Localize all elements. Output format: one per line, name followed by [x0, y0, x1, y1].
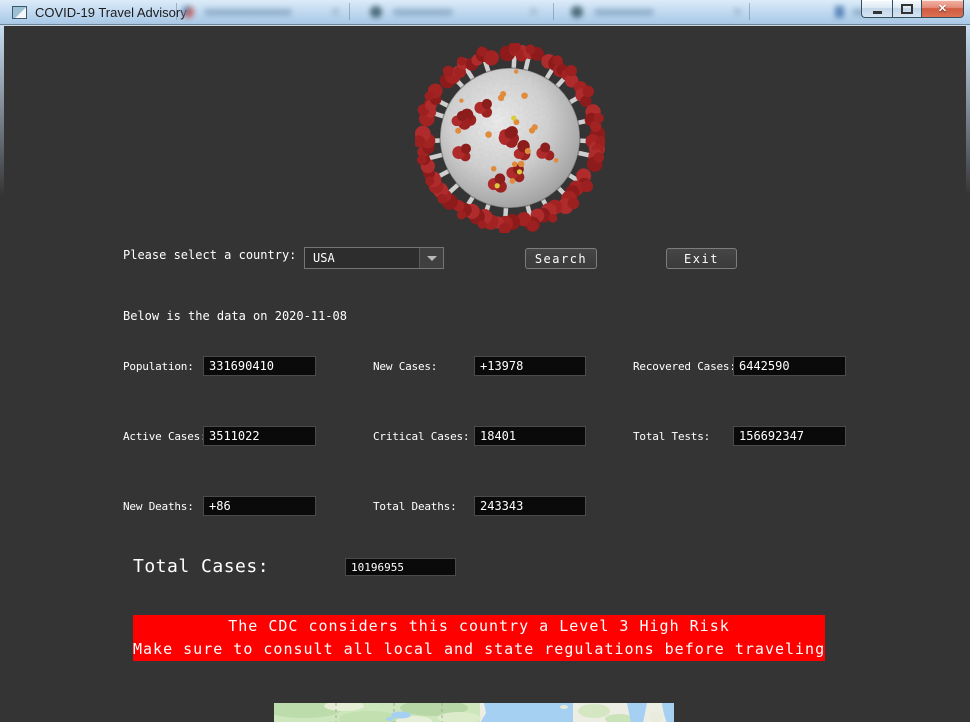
- title-bar: COVID-19 Travel Advisory ✕: [0, 0, 970, 25]
- new-cases-field[interactable]: [474, 356, 586, 376]
- combo-dropdown-button[interactable]: [419, 248, 443, 268]
- tab-title-blur: [594, 9, 654, 16]
- inactive-tab-2[interactable]: [365, 2, 540, 22]
- map-preview: [274, 703, 674, 722]
- population-label: Population:: [123, 360, 194, 373]
- tab-favicon: [182, 6, 194, 18]
- recovered-cases-field[interactable]: [733, 356, 846, 376]
- inactive-tab-3[interactable]: [566, 2, 744, 22]
- tab-favicon: [370, 6, 382, 18]
- window-border-left: [0, 26, 4, 196]
- tab-favicon: [835, 6, 844, 18]
- active-cases-field[interactable]: [203, 426, 316, 446]
- population-field[interactable]: [203, 356, 316, 376]
- country-select-label: Please select a country:: [123, 248, 297, 262]
- total-deaths-field[interactable]: [474, 496, 586, 516]
- new-cases-label: New Cases:: [373, 360, 438, 373]
- country-select-value: USA: [313, 251, 335, 265]
- window-title: COVID-19 Travel Advisory: [35, 4, 187, 20]
- recovered-cases-label: Recovered Cases:: [633, 360, 736, 373]
- coronavirus-image: [415, 43, 605, 233]
- date-line: Below is the data on 2020-11-08: [123, 309, 347, 323]
- tab-separator: [176, 3, 177, 20]
- window-border-right: [966, 26, 970, 196]
- maximize-button[interactable]: [893, 0, 922, 18]
- minimize-icon: [872, 10, 882, 14]
- chevron-down-icon: [426, 255, 437, 261]
- tab-separator: [349, 3, 350, 20]
- window-controls: ✕: [861, 0, 964, 18]
- tab-close-icon[interactable]: [734, 8, 741, 15]
- critical-cases-label: Critical Cases:: [373, 430, 470, 443]
- tab-separator: [749, 3, 750, 20]
- total-tests-label: Total Tests:: [633, 430, 711, 443]
- new-deaths-field[interactable]: [203, 496, 316, 516]
- active-cases-label: Active Cases:: [123, 430, 207, 443]
- search-button[interactable]: Search: [525, 248, 597, 269]
- advisory-banner: The CDC considers this country a Level 3…: [133, 615, 825, 661]
- new-deaths-label: New Deaths:: [123, 500, 194, 513]
- total-deaths-label: Total Deaths:: [373, 500, 457, 513]
- country-select[interactable]: USA: [304, 247, 444, 269]
- tab-title-blur: [393, 9, 453, 16]
- tab-close-icon[interactable]: [530, 8, 537, 15]
- close-button[interactable]: ✕: [922, 0, 964, 18]
- maximize-icon: [901, 3, 913, 14]
- app-icon: [12, 5, 27, 19]
- total-cases-field[interactable]: [345, 558, 456, 576]
- inactive-tab-1[interactable]: [182, 2, 342, 22]
- advisory-line1: The CDC considers this country a Level 3…: [228, 617, 730, 635]
- minimize-button[interactable]: [861, 0, 893, 18]
- tab-separator: [553, 3, 554, 20]
- app-window: COVID-19 Travel Advisory ✕ Please select…: [0, 0, 970, 722]
- main-content: Please select a country: USA Search Exit…: [0, 25, 970, 722]
- tab-title-blur: [204, 9, 292, 16]
- exit-button[interactable]: Exit: [666, 248, 737, 269]
- total-cases-label: Total Cases:: [133, 556, 270, 577]
- tab-covid-advisory[interactable]: COVID-19 Travel Advisory: [4, 0, 199, 24]
- advisory-line2: Make sure to consult all local and state…: [133, 640, 826, 658]
- tab-favicon: [571, 6, 583, 18]
- tab-close-icon[interactable]: [332, 8, 339, 15]
- close-icon: ✕: [937, 3, 948, 15]
- total-tests-field[interactable]: [733, 426, 846, 446]
- critical-cases-field[interactable]: [474, 426, 586, 446]
